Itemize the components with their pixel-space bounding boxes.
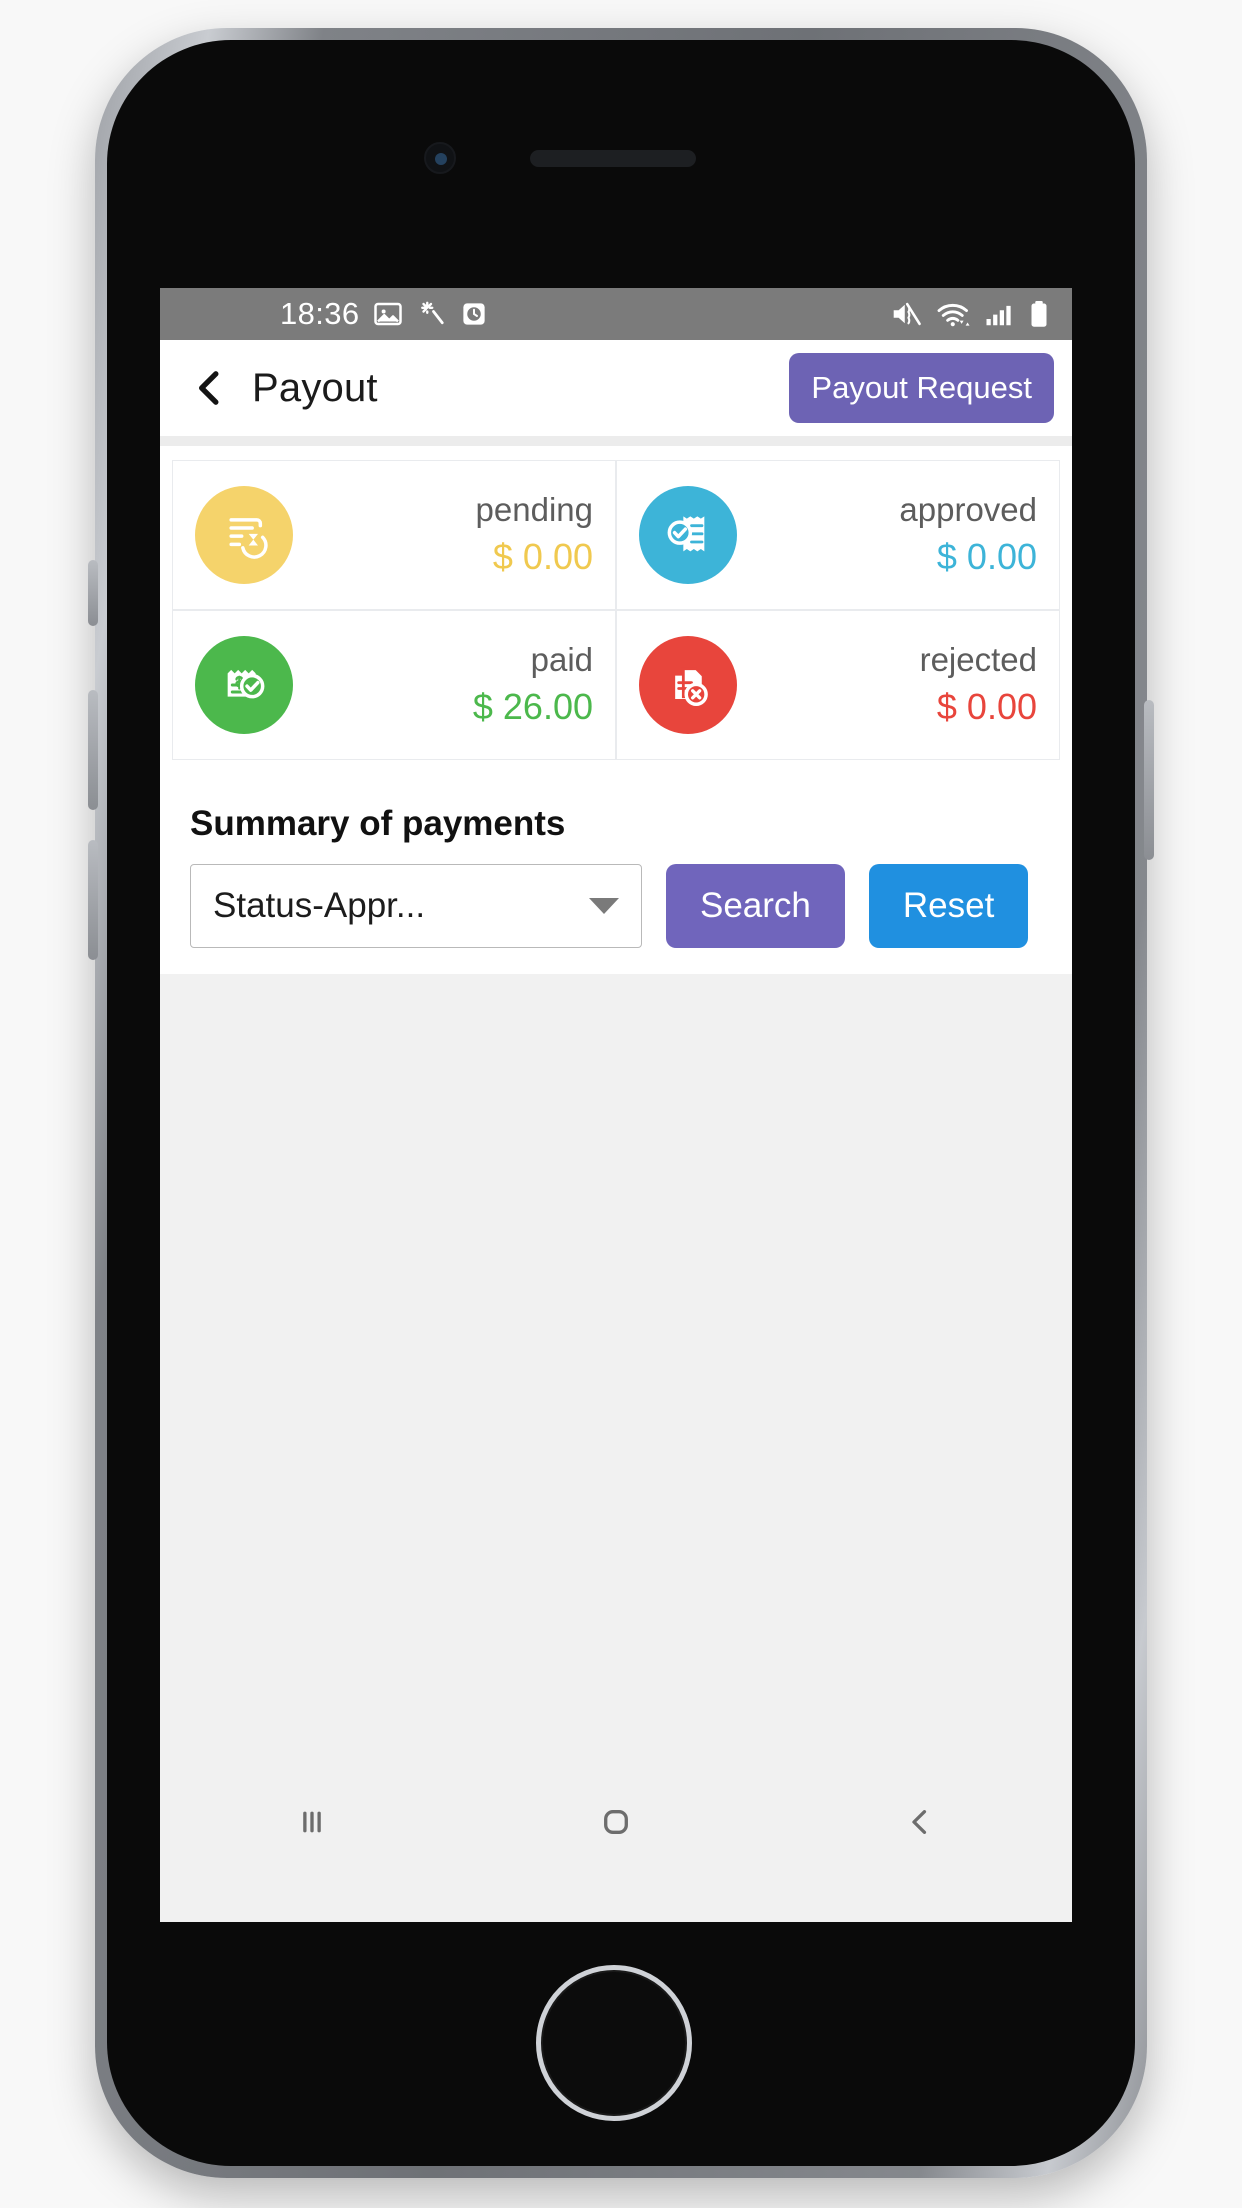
stat-text-pending: pending $ 0.00 — [476, 489, 593, 581]
earpiece-speaker — [530, 150, 696, 167]
home-icon[interactable] — [541, 1784, 691, 1860]
filter-row: Status-Appr... Search Reset — [160, 850, 1072, 948]
status-filter-select[interactable]: Status-Appr... — [190, 864, 642, 948]
status-bar: 18:36 — [160, 288, 1072, 340]
cellular-signal-icon — [986, 305, 1011, 326]
stat-label: approved — [899, 490, 1037, 528]
appbar-divider — [160, 436, 1072, 446]
image-icon — [373, 302, 402, 326]
status-filter-value: Status-Appr... — [213, 886, 426, 925]
front-camera — [424, 142, 456, 174]
stat-label: paid — [530, 640, 593, 678]
stat-amount: $ 0.00 — [936, 686, 1037, 728]
volume-down-button[interactable] — [88, 840, 98, 960]
payout-stats-section: pending $ 0.00 approved $ 0.00 paid $ 26… — [160, 446, 1072, 774]
reset-button[interactable]: Reset — [868, 864, 1029, 948]
android-nav-bar — [160, 1784, 1072, 1860]
status-bar-right — [890, 299, 1050, 329]
results-empty-area — [160, 974, 1072, 1784]
payout-request-button[interactable]: Payout Request — [789, 353, 1054, 423]
stat-label: pending — [475, 490, 593, 528]
app-bar: Payout Payout Request — [160, 340, 1072, 436]
volume-up-button[interactable] — [88, 690, 98, 810]
wifi-icon — [937, 303, 970, 327]
invoice-rejected-icon — [639, 636, 737, 734]
invoice-approved-icon — [639, 486, 737, 584]
battery-icon — [1031, 301, 1047, 327]
stat-card-pending[interactable]: pending $ 0.00 — [172, 460, 616, 610]
stat-amount: $ 0.00 — [936, 536, 1037, 578]
summary-title: Summary of payments — [190, 804, 566, 843]
stat-amount: $ 26.00 — [472, 686, 593, 728]
invoice-pending-icon — [195, 486, 293, 584]
magic-wand-icon — [420, 301, 444, 325]
invoice-paid-icon — [195, 636, 293, 734]
home-button[interactable] — [536, 1965, 692, 2121]
summary-section: Summary of payments Status-Appr... Searc… — [160, 774, 1072, 974]
nav-back-icon[interactable] — [845, 1784, 995, 1860]
recents-icon[interactable] — [237, 1784, 387, 1860]
power-button[interactable] — [1144, 700, 1154, 860]
status-bar-left: 18:36 — [280, 296, 489, 332]
clock-icon — [462, 303, 485, 325]
silence-switch[interactable] — [88, 560, 98, 626]
mute-vibrate-icon — [893, 302, 921, 326]
stat-text-approved: approved $ 0.00 — [899, 489, 1037, 581]
chevron-down-icon — [589, 898, 619, 914]
status-time: 18:36 — [280, 296, 360, 331]
search-button[interactable]: Search — [666, 864, 845, 948]
stat-label: rejected — [919, 640, 1037, 678]
stat-text-rejected: rejected $ 0.00 — [920, 639, 1037, 731]
stat-card-paid[interactable]: paid $ 26.00 — [172, 610, 616, 760]
stat-card-rejected[interactable]: rejected $ 0.00 — [616, 610, 1060, 760]
phone-screen: 18:36 Payout Payout Request pending $ 0.… — [160, 288, 1072, 1922]
payout-stats-grid: pending $ 0.00 approved $ 0.00 paid $ 26… — [172, 460, 1060, 760]
back-chevron-icon[interactable] — [190, 368, 230, 408]
stat-card-approved[interactable]: approved $ 0.00 — [616, 460, 1060, 610]
stat-text-paid: paid $ 26.00 — [473, 639, 593, 731]
stat-amount: $ 0.00 — [492, 536, 593, 578]
page-title: Payout — [252, 365, 378, 410]
screenshot-stage: 18:36 Payout Payout Request pending $ 0.… — [0, 0, 1242, 2208]
